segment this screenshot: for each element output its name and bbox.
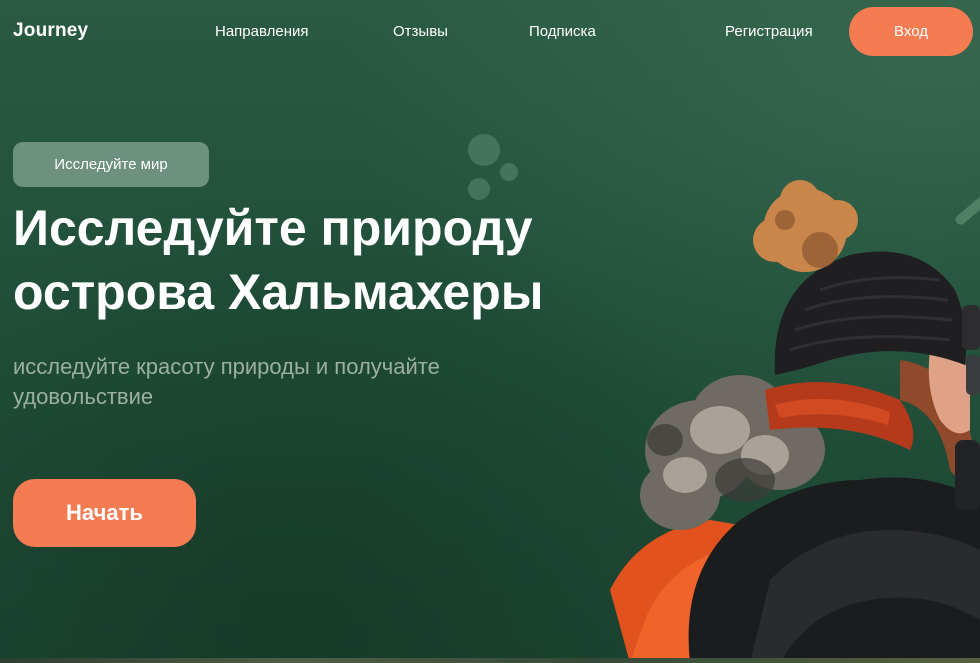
nav-link-directions[interactable]: Направления [215, 23, 309, 40]
nav-link-subscription[interactable]: Подписка [529, 23, 596, 40]
site-logo[interactable]: Journey [13, 20, 88, 42]
start-button[interactable]: Начать [13, 479, 196, 547]
hero-tag-badge: Исследуйте мир [13, 142, 209, 187]
hero-title: Исследуйте природу острова Хальмахеры [13, 200, 544, 320]
login-button[interactable]: Вход [849, 7, 973, 56]
hero-subtitle: исследуйте красоту природы и получайте у… [13, 354, 440, 409]
decorative-circle [468, 134, 500, 166]
register-link[interactable]: Регистрация [725, 23, 813, 40]
nav-link-reviews[interactable]: Отзывы [393, 23, 448, 40]
decorative-circle [500, 163, 518, 181]
hero-traveler-image [610, 180, 980, 663]
bottom-image-strip [0, 658, 980, 663]
hero-section: Journey Направления Отзывы Подписка Реги… [0, 0, 980, 663]
